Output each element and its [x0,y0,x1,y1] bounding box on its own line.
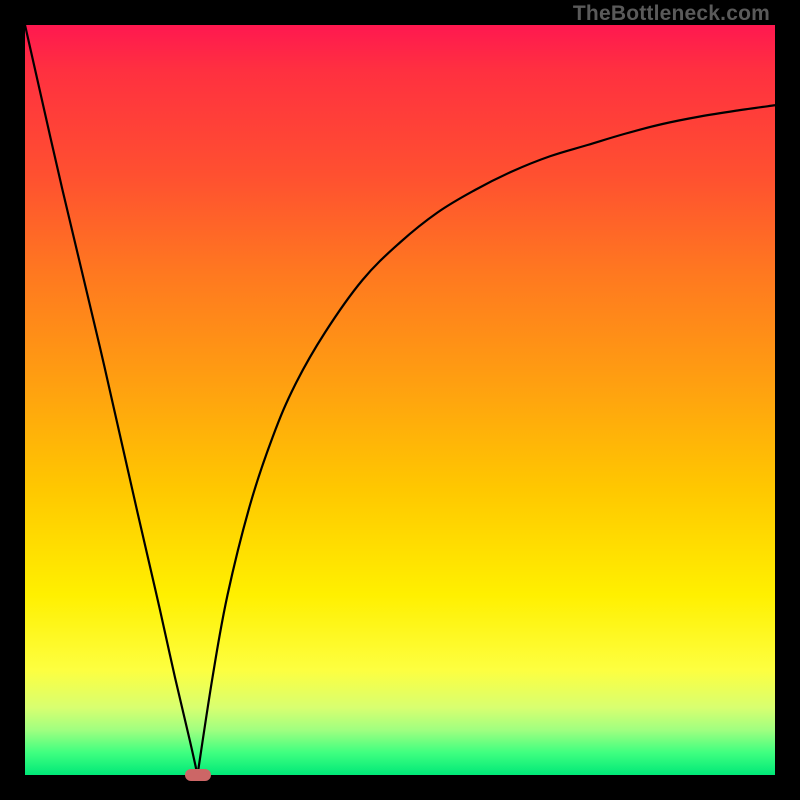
curve-right [198,105,776,775]
curve-layer [25,25,775,775]
watermark: TheBottleneck.com [573,2,770,26]
curve-left [25,25,198,775]
chart-frame [25,25,775,775]
bottleneck-marker [185,769,211,781]
